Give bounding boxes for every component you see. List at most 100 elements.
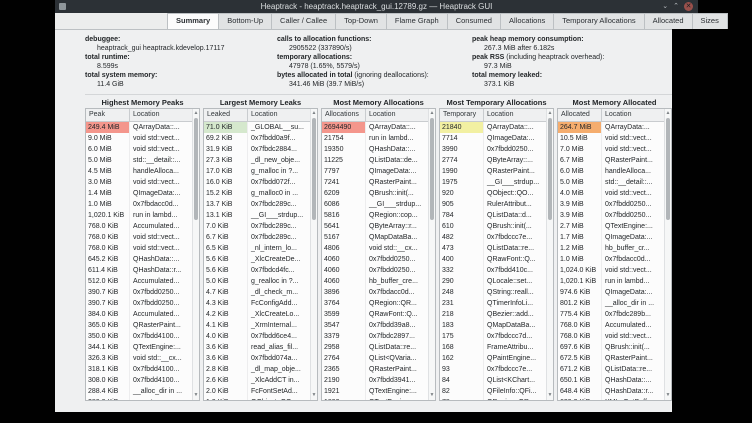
table-row[interactable]: 648.4 KiBQHashData::r... bbox=[558, 386, 664, 397]
table-row[interactable]: 920QObject::QO... bbox=[440, 188, 546, 199]
table-row[interactable]: 17.0 KiBg_malloc in ?... bbox=[204, 166, 310, 177]
table-row[interactable]: 308.0 KiB0x7fbdd4100... bbox=[86, 375, 192, 386]
table-row[interactable]: 1.9 KiBQObject::QO... bbox=[204, 397, 310, 400]
vertical-scrollbar[interactable]: ▲▼ bbox=[310, 109, 317, 400]
scroll-up-icon[interactable]: ▲ bbox=[429, 110, 435, 117]
scroll-down-icon[interactable]: ▼ bbox=[429, 392, 435, 399]
table-row[interactable]: 1975__GI___strdup... bbox=[440, 177, 546, 188]
column-header-location[interactable]: Location bbox=[484, 109, 546, 121]
table-row[interactable]: 6.5 KiB_nl_intern_lo... bbox=[204, 243, 310, 254]
column-header-value[interactable]: Temporary bbox=[440, 109, 484, 121]
table-row[interactable]: 801.2 KiB__alloc_dir in ... bbox=[558, 298, 664, 309]
tab-consumed[interactable]: Consumed bbox=[448, 13, 501, 29]
table-row[interactable]: 974.6 KiBQImageData:... bbox=[558, 287, 664, 298]
table-row[interactable]: 78QRegion::QR... bbox=[440, 397, 546, 400]
table-row[interactable]: 6.7 MiBQRasterPaint... bbox=[558, 155, 664, 166]
tab-temporary-allocations[interactable]: Temporary Allocations bbox=[554, 13, 644, 29]
table-row[interactable]: 4060hb_buffer_cre... bbox=[322, 276, 428, 287]
table-row[interactable]: 1.4 MiBQImageData:... bbox=[86, 188, 192, 199]
table-row[interactable]: 4820x7fbdccc7e... bbox=[440, 232, 546, 243]
maximize-icon[interactable]: ⌃ bbox=[673, 2, 679, 11]
vertical-scrollbar[interactable]: ▲▼ bbox=[664, 109, 671, 400]
table-row[interactable]: 280.0 KiBoperator ne... bbox=[86, 397, 192, 400]
table-row[interactable]: 768.0 KiBvoid std::vect... bbox=[86, 243, 192, 254]
table-row[interactable]: 13.1 KiB__GI___strdup... bbox=[204, 210, 310, 221]
table-row[interactable]: 3.6 KiBread_alias_fil... bbox=[204, 342, 310, 353]
title-bar[interactable]: Heaptrack - heaptrack.heaptrack_gui.1278… bbox=[55, 0, 698, 13]
column-header-value[interactable]: Allocations bbox=[322, 109, 366, 121]
table-row[interactable]: 218QBezier::add... bbox=[440, 309, 546, 320]
table-row[interactable]: 2774QByteArray::... bbox=[440, 155, 546, 166]
scroll-down-icon[interactable]: ▼ bbox=[193, 392, 199, 399]
minimize-icon[interactable]: ⌄ bbox=[662, 2, 668, 11]
table-row[interactable]: 5.0 MiBstd::__detail::... bbox=[86, 155, 192, 166]
table-row[interactable]: 784QListData::d... bbox=[440, 210, 546, 221]
scroll-down-icon[interactable]: ▼ bbox=[665, 392, 671, 399]
column-header-location[interactable]: Location bbox=[602, 109, 664, 121]
tab-flame-graph[interactable]: Flame Graph bbox=[387, 13, 448, 29]
vertical-scrollbar[interactable]: ▲▼ bbox=[428, 109, 435, 400]
column-header-value[interactable]: Leaked bbox=[204, 109, 248, 121]
scroll-up-icon[interactable]: ▲ bbox=[193, 110, 199, 117]
table-row[interactable]: 19350QHashData::... bbox=[322, 144, 428, 155]
table-row[interactable]: 5.0 KiBg_realloc in ?... bbox=[204, 276, 310, 287]
table-row[interactable]: 21900x7fbdd3941... bbox=[322, 375, 428, 386]
table-row[interactable]: 231QTimerInfoLi... bbox=[440, 298, 546, 309]
table-row[interactable]: 7.0 KiB0x7fbdc289c... bbox=[204, 221, 310, 232]
tab-sizes[interactable]: Sizes bbox=[693, 13, 728, 29]
tab-allocations[interactable]: Allocations bbox=[501, 13, 554, 29]
scroll-up-icon[interactable]: ▲ bbox=[665, 110, 671, 117]
table-row[interactable]: 930x7fbdccc7e... bbox=[440, 364, 546, 375]
table-row[interactable]: 350.0 KiB0x7fbdd4100... bbox=[86, 331, 192, 342]
table-row[interactable]: 162QPaintEngine... bbox=[440, 353, 546, 364]
table-row[interactable]: 4.7 KiB_dl_check_m... bbox=[204, 287, 310, 298]
tab-allocated[interactable]: Allocated bbox=[645, 13, 693, 29]
table-row[interactable]: 31.9 KiB0x7fbdc2884... bbox=[204, 144, 310, 155]
table-row[interactable]: 33790x7fbdc2897... bbox=[322, 331, 428, 342]
table-row[interactable]: 7714QImageData:... bbox=[440, 133, 546, 144]
table-row[interactable]: 473QListData::re... bbox=[440, 243, 546, 254]
table-row[interactable]: 7.0 MiBvoid std::vect... bbox=[558, 144, 664, 155]
table-row[interactable]: 6209QBrush::init(... bbox=[322, 188, 428, 199]
scroll-up-icon[interactable]: ▲ bbox=[311, 110, 317, 117]
table-row[interactable]: 71.0 KiB_GLOBAL__su... bbox=[204, 122, 310, 133]
vertical-scrollbar[interactable]: ▲▼ bbox=[546, 109, 553, 400]
table-row[interactable]: 611.4 KiBQHashData::r... bbox=[86, 265, 192, 276]
scrollbar-thumb[interactable] bbox=[548, 118, 552, 220]
table-row[interactable]: 5.6 KiB_XlcCreateDe... bbox=[204, 254, 310, 265]
column-header-value[interactable]: Allocated bbox=[558, 109, 602, 121]
table-row[interactable]: 21840QArrayData::... bbox=[440, 122, 546, 133]
tab-summary[interactable]: Summary bbox=[167, 13, 219, 29]
scrollbar-thumb[interactable] bbox=[194, 118, 198, 220]
table-row[interactable]: 7797QImageData:... bbox=[322, 166, 428, 177]
vertical-scrollbar[interactable]: ▲▼ bbox=[192, 109, 199, 400]
table-row[interactable]: 11225QListData::de... bbox=[322, 155, 428, 166]
table-row[interactable]: 1,020.1 KiBrun in lambd... bbox=[558, 276, 664, 287]
table-row[interactable]: 264.7 MiBQArrayData:... bbox=[558, 122, 664, 133]
table-row[interactable]: 1750x7fbdccc7d... bbox=[440, 331, 546, 342]
table-row[interactable]: 610QBrush::init(... bbox=[440, 221, 546, 232]
table-row[interactable]: 6.7 KiB0x7fbdc289c... bbox=[204, 232, 310, 243]
table-row[interactable]: 6.0 MiBvoid std::vect... bbox=[86, 144, 192, 155]
column-header-value[interactable]: Peak bbox=[86, 109, 130, 121]
table-row[interactable]: 249.4 MiBQArrayData::... bbox=[86, 122, 192, 133]
scroll-down-icon[interactable]: ▼ bbox=[311, 392, 317, 399]
table-row[interactable]: 400QRawFont::Q... bbox=[440, 254, 546, 265]
table-row[interactable]: 365.0 KiBQRasterPaint... bbox=[86, 320, 192, 331]
table-row[interactable]: 318.1 KiB0x7fbdd4100... bbox=[86, 364, 192, 375]
table-row[interactable]: 1.2 MiBhb_buffer_cr... bbox=[558, 243, 664, 254]
table-row[interactable]: 5167QMapDataBa... bbox=[322, 232, 428, 243]
table-row[interactable]: 3.9 MiB0x7fbdd0250... bbox=[558, 210, 664, 221]
table-row[interactable]: 2365QRasterPaint... bbox=[322, 364, 428, 375]
table-row[interactable]: 4.3 KiBFcConfigAdd... bbox=[204, 298, 310, 309]
table-row[interactable]: 2.0 KiBFcFontSetAd... bbox=[204, 386, 310, 397]
table-row[interactable]: 40600x7fbdd0250... bbox=[322, 265, 428, 276]
table-row[interactable]: 288.4 KiB__alloc_dir in ... bbox=[86, 386, 192, 397]
table-row[interactable]: 1.7 MiBQImageData:... bbox=[558, 232, 664, 243]
table-row[interactable]: 2.8 KiB_dl_map_obje... bbox=[204, 364, 310, 375]
table-row[interactable]: 512.0 KiBAccumulated... bbox=[86, 276, 192, 287]
table-row[interactable]: 40600x7fbdd0250... bbox=[322, 254, 428, 265]
scrollbar-thumb[interactable] bbox=[430, 118, 434, 220]
table-row[interactable]: 645.2 KiBQHashData::... bbox=[86, 254, 192, 265]
table-row[interactable]: 16.0 KiB0x7fbdd072f... bbox=[204, 177, 310, 188]
